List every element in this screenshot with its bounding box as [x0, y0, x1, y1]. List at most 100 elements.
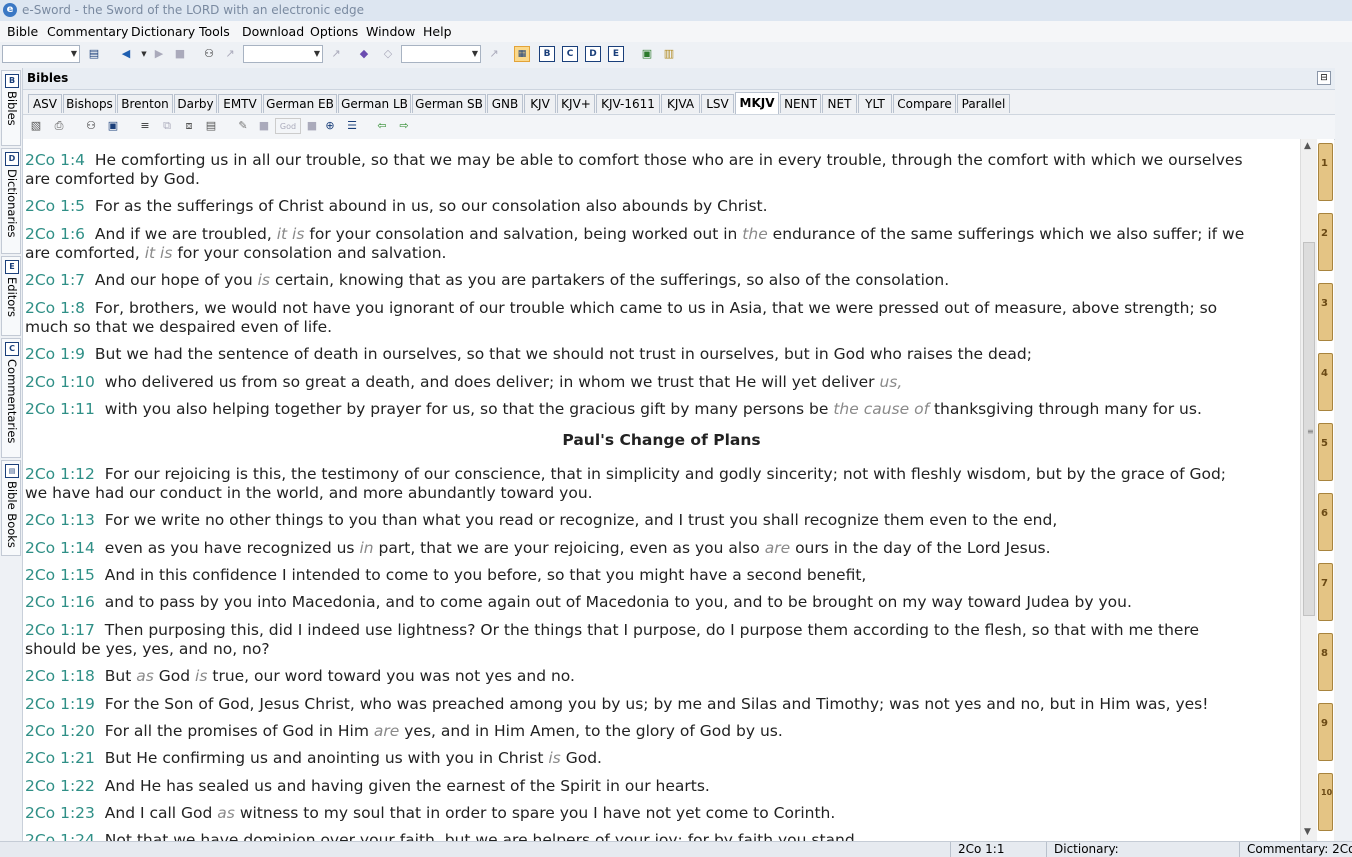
pin-icon[interactable]: ⊟ — [1317, 71, 1331, 85]
left-tab-dictionaries[interactable]: D Dictionaries — [1, 148, 21, 254]
editor-pane-icon[interactable]: E — [608, 46, 624, 62]
notes-icon[interactable]: ≡ — [137, 118, 153, 134]
verse-reference[interactable]: 2Co 1:4 — [25, 151, 85, 169]
left-tab-bibles[interactable]: B Bibles — [1, 70, 21, 146]
verse-reference[interactable]: 2Co 1:5 — [25, 197, 85, 215]
verse-reference[interactable]: 2Co 1:21 — [25, 749, 95, 767]
verse-reference[interactable]: 2Co 1:22 — [25, 777, 95, 795]
verse-reference[interactable]: 2Co 1:11 — [25, 400, 95, 418]
dictionary-go-icon[interactable]: ↗ — [486, 46, 502, 62]
verse-reference[interactable]: 2Co 1:7 — [25, 271, 85, 289]
chapter-tab[interactable]: 4 — [1318, 353, 1333, 411]
scroll-down-icon[interactable]: ▼ — [1304, 827, 1311, 837]
dictionary-select[interactable]: ▼ — [401, 45, 481, 63]
verse-reference[interactable]: 2Co 1:14 — [25, 539, 95, 557]
chapter-tab[interactable]: 10 — [1318, 773, 1333, 831]
verse-reference[interactable]: 2Co 1:6 — [25, 225, 85, 243]
highlight-dropdown-icon[interactable]: ■ — [256, 118, 272, 134]
tab-asv[interactable]: ASV — [28, 94, 62, 113]
verse-reference[interactable]: 2Co 1:12 — [25, 465, 95, 483]
menu-dictionary[interactable]: Dictionary — [131, 24, 195, 39]
menu-bible[interactable]: Bible — [7, 24, 38, 39]
search-next-icon[interactable]: ↗ — [222, 46, 238, 62]
menu-tools[interactable]: Tools — [199, 24, 230, 39]
verse-reference[interactable]: 2Co 1:20 — [25, 722, 95, 740]
verse-reference[interactable]: 2Co 1:17 — [25, 621, 95, 639]
back-arrow-icon[interactable]: ◀ — [118, 46, 134, 62]
tab-kjv-1611[interactable]: KJV-1611 — [596, 94, 660, 113]
scroll-up-icon[interactable]: ▲ — [1304, 141, 1311, 151]
chapter-tab[interactable]: 9 — [1318, 703, 1333, 761]
tab-german-sb[interactable]: German SB — [412, 94, 486, 113]
god-tag-icon[interactable]: God — [275, 118, 301, 134]
previous-chapter-icon[interactable]: ⇦ — [374, 118, 390, 134]
bible-book-select[interactable]: ▼ — [2, 45, 80, 63]
library-icon[interactable]: ▥ — [661, 46, 677, 62]
tab-net[interactable]: NET — [822, 94, 857, 113]
chapter-tab[interactable]: 5 — [1318, 423, 1333, 481]
split-view-icon[interactable]: ☰ — [344, 118, 360, 134]
left-tab-editors[interactable]: E Editors — [1, 256, 21, 336]
tab-bishops[interactable]: Bishops — [63, 94, 116, 113]
forward-dropdown-icon[interactable]: ■ — [172, 46, 188, 62]
tab-kjva[interactable]: KJVA — [661, 94, 700, 113]
scroll-thumb[interactable]: ≡ — [1303, 242, 1315, 616]
verse-reference[interactable]: 2Co 1:8 — [25, 299, 85, 317]
verse-reference[interactable]: 2Co 1:9 — [25, 345, 85, 363]
tab-lsv[interactable]: LSV — [701, 94, 734, 113]
left-tab-bible-books[interactable]: ▤ Bible Books — [1, 460, 21, 556]
tab-brenton[interactable]: Brenton — [117, 94, 173, 113]
tab-parallel[interactable]: Parallel — [957, 94, 1010, 113]
tab-ylt[interactable]: YLT — [858, 94, 892, 113]
bible-pane-icon[interactable]: B — [539, 46, 555, 62]
tab-german-eb[interactable]: German EB — [263, 94, 337, 113]
bible-text-view[interactable]: · · · 2Co 1:4 He comforting us in all ou… — [23, 139, 1300, 841]
open-book-icon[interactable]: ▤ — [86, 46, 102, 62]
verse-reference[interactable]: 2Co 1:13 — [25, 511, 95, 529]
picture-icon[interactable]: ▣ — [639, 46, 655, 62]
tab-nent[interactable]: NENT — [780, 94, 821, 113]
tab-compare[interactable]: Compare — [893, 94, 956, 113]
verse-reference[interactable]: 2Co 1:18 — [25, 667, 95, 685]
tab-emtv[interactable]: EMTV — [218, 94, 262, 113]
tab-mkjv[interactable]: MKJV — [735, 92, 779, 114]
binoculars-icon[interactable]: ⚇ — [201, 46, 217, 62]
left-tab-commentaries[interactable]: C Commentaries — [1, 338, 21, 458]
chapter-tab[interactable]: 7 — [1318, 563, 1333, 621]
commentary-pane-icon[interactable]: C — [562, 46, 578, 62]
menu-window[interactable]: Window — [366, 24, 415, 39]
chapter-tab[interactable]: 6 — [1318, 493, 1333, 551]
menu-help[interactable]: Help — [423, 24, 452, 39]
verse-reference[interactable]: 2Co 1:15 — [25, 566, 95, 584]
copy-icon[interactable]: ⧉ — [159, 118, 175, 134]
tab-kjv[interactable]: KJV — [524, 94, 556, 113]
menu-commentary[interactable]: Commentary — [47, 24, 128, 39]
forward-arrow-icon[interactable]: ▶ — [151, 46, 167, 62]
verse-list-icon[interactable]: ▤ — [203, 118, 219, 134]
layout-panes-icon[interactable]: ▦ — [514, 46, 530, 62]
chapter-tab[interactable]: 8 — [1318, 633, 1333, 691]
verse-reference[interactable]: 2Co 1:19 — [25, 695, 95, 713]
verse-reference[interactable]: 2Co 1:16 — [25, 593, 95, 611]
paste-icon[interactable]: ⧈ — [181, 118, 197, 134]
chapter-tab[interactable]: 3 — [1318, 283, 1333, 341]
tab-kjv-plus[interactable]: KJV+ — [557, 94, 595, 113]
highlight-icon[interactable]: ✎ — [235, 118, 251, 134]
print-icon[interactable]: ⎙ — [51, 118, 67, 134]
bookmark-icon[interactable]: ▣ — [105, 118, 121, 134]
tab-darby[interactable]: Darby — [174, 94, 217, 113]
verse-scrollbar[interactable]: ▲ ≡ ▼ — [1300, 139, 1318, 841]
back-dropdown-icon[interactable]: ▼ — [136, 46, 152, 62]
tab-german-lb[interactable]: German LB — [338, 94, 411, 113]
dictionary-next-icon[interactable]: ◇ — [380, 46, 396, 62]
search-go-icon[interactable]: ↗ — [328, 46, 344, 62]
search-bible-icon[interactable]: ⚇ — [83, 118, 99, 134]
chapter-tab[interactable]: 1 — [1318, 143, 1333, 201]
chapter-tab[interactable]: 2 — [1318, 213, 1333, 271]
dictionary-pane-icon[interactable]: D — [585, 46, 601, 62]
menu-options[interactable]: Options — [310, 24, 358, 39]
verse-reference[interactable]: 2Co 1:24 — [25, 831, 95, 841]
next-chapter-icon[interactable]: ⇨ — [396, 118, 412, 134]
tab-gnb[interactable]: GNB — [487, 94, 523, 113]
dictionary-book-icon[interactable]: ◆ — [356, 46, 372, 62]
